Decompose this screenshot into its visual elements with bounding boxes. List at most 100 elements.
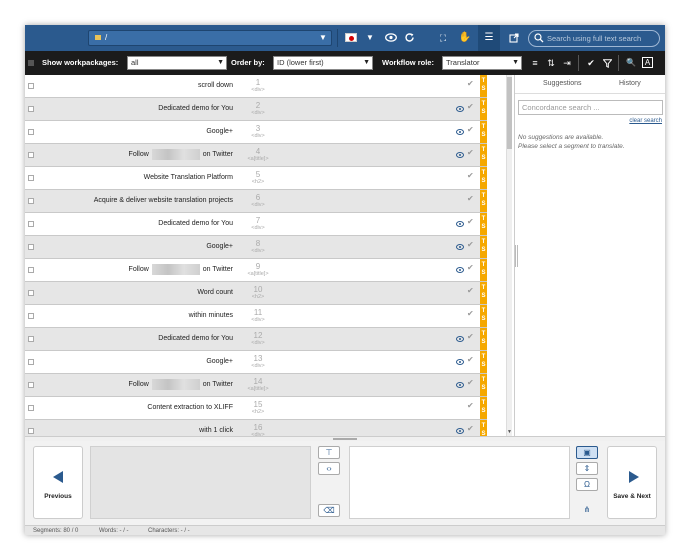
workpackages-select[interactable]: all ▼ [127, 56, 227, 70]
save-and-next-button[interactable]: Save & Next [607, 446, 657, 519]
segment-checkbox[interactable] [28, 129, 34, 135]
confirm-check-icon[interactable]: ✔ [467, 148, 474, 157]
open-external-icon[interactable] [506, 30, 522, 46]
splitter-grip-icon[interactable] [333, 438, 357, 440]
merge-segments-icon[interactable]: ⋔ [576, 504, 598, 517]
confirm-check-icon[interactable]: ✔ [467, 125, 474, 134]
segment-row[interactable]: Acquire & deliver website translation pr… [25, 190, 508, 213]
layout-toggle-button[interactable]: ▣ [576, 446, 598, 459]
order-by-select[interactable]: ID (lower first) ▼ [273, 56, 373, 70]
segment-row[interactable]: with 1 click 16 <div> ✔ T S [25, 420, 508, 436]
goto-segment-icon[interactable]: ⇥ [560, 56, 574, 70]
confirm-check-icon[interactable]: ✔ [467, 378, 474, 387]
preview-eye-icon[interactable] [456, 428, 464, 434]
confirm-check-icon[interactable]: ✔ [467, 286, 474, 295]
split-view-button[interactable]: ⇕ [576, 462, 598, 475]
segment-checkbox[interactable] [28, 428, 34, 434]
segment-row[interactable]: Follow on Twitter 9 <a[title]> ✔ T S [25, 259, 508, 282]
scroll-down-icon[interactable]: ▼ [507, 429, 512, 435]
hand-pointer-icon[interactable]: ✋ [457, 30, 473, 46]
fullscreen-icon[interactable]: ⛶ [435, 30, 451, 46]
tab-history[interactable]: History [619, 80, 641, 87]
confirm-check-icon[interactable]: ✔ [467, 309, 474, 318]
preview-eye-icon[interactable] [456, 336, 464, 342]
segment-checkbox[interactable] [28, 221, 34, 227]
target-language-flag-icon[interactable] [345, 33, 357, 42]
search-input[interactable] [547, 32, 655, 45]
segment-row[interactable]: within minutes 11 <div> ✔ T S [25, 305, 508, 328]
confirm-check-icon[interactable]: ✔ [467, 171, 474, 180]
confirm-check-icon[interactable]: ✔ [467, 332, 474, 341]
preview-eye-icon[interactable] [456, 244, 464, 250]
segment-checkbox[interactable] [28, 244, 34, 250]
list-view-icon[interactable]: ≡ [528, 56, 542, 70]
confirm-check-icon[interactable]: ✔ [584, 56, 598, 70]
segment-checkbox[interactable] [28, 359, 34, 365]
segment-row[interactable]: Follow on Twitter 14 <a[title]> ✔ T S [25, 374, 508, 397]
target-text-area[interactable] [349, 446, 570, 519]
segment-checkbox[interactable] [28, 382, 34, 388]
workflow-role-select[interactable]: Translator ▼ [442, 56, 522, 70]
segment-row[interactable]: Content extraction to XLIFF 15 <h2> ✔ T S [25, 397, 508, 420]
menu-icon[interactable]: ☰ [478, 25, 500, 51]
confirm-check-icon[interactable]: ✔ [467, 263, 474, 272]
confirm-check-icon[interactable]: ✔ [467, 194, 474, 203]
segment-checkbox[interactable] [28, 83, 34, 89]
segment-row[interactable]: Google+ 8 <div> ✔ T S [25, 236, 508, 259]
select-all-checkbox[interactable] [28, 60, 34, 66]
grid-scrollbar[interactable]: ▼ [506, 75, 512, 436]
preview-eye-icon[interactable] [456, 359, 464, 365]
segment-checkbox[interactable] [28, 313, 34, 319]
segment-checkbox[interactable] [28, 267, 34, 273]
confirm-check-icon[interactable]: ✔ [467, 79, 474, 88]
panel-resize-handle[interactable] [515, 245, 518, 267]
preview-eye-icon[interactable] [456, 152, 464, 158]
confirm-check-icon[interactable]: ✔ [467, 401, 474, 410]
preview-eye-icon[interactable] [383, 30, 399, 46]
preview-eye-icon[interactable] [456, 129, 464, 135]
segment-checkbox[interactable] [28, 106, 34, 112]
translate-icon[interactable]: A [642, 57, 653, 68]
full-text-search-box[interactable] [528, 30, 660, 47]
insert-tag-button[interactable]: ‹› [318, 462, 340, 475]
segment-row[interactable]: Website Translation Platform 5 <h2> ✔ T S [25, 167, 508, 190]
confirm-check-icon[interactable]: ✔ [467, 240, 474, 249]
language-dropdown-icon[interactable]: ▼ [362, 30, 378, 46]
confirm-check-icon[interactable]: ✔ [467, 217, 474, 226]
preview-eye-icon[interactable] [456, 221, 464, 227]
tab-suggestions[interactable]: Suggestions [543, 80, 582, 87]
segment-checkbox[interactable] [28, 175, 34, 181]
segment-row[interactable]: Dedicated demo for You 2 <div> ✔ T S [25, 98, 508, 121]
segment-row[interactable]: Follow on Twitter 4 <a[title]> ✔ T S [25, 144, 508, 167]
scrollbar-thumb[interactable] [507, 77, 512, 149]
segment-checkbox[interactable] [28, 198, 34, 204]
project-path-selector[interactable]: / [88, 30, 332, 46]
special-characters-button[interactable]: Ω [576, 478, 598, 491]
segment-checkbox[interactable] [28, 290, 34, 296]
preview-eye-icon[interactable] [456, 267, 464, 273]
segment-row[interactable]: scroll down 1 <div> ✔ T S [25, 75, 508, 98]
preview-eye-icon[interactable] [456, 382, 464, 388]
confirm-check-icon[interactable]: ✔ [467, 355, 474, 364]
concordance-search-input[interactable] [518, 100, 663, 115]
previous-button[interactable]: Previous [33, 446, 83, 519]
copy-source-button[interactable]: ⊤ [318, 446, 340, 459]
sort-icon[interactable]: ⇅ [544, 56, 558, 70]
find-replace-icon[interactable]: 🔍 [624, 56, 638, 70]
segment-checkbox[interactable] [28, 152, 34, 158]
segment-row[interactable]: Dedicated demo for You 7 <div> ✔ T S [25, 213, 508, 236]
confirm-check-icon[interactable]: ✔ [467, 102, 474, 111]
segment-row[interactable]: Word count 10 <h2> ✔ T S [25, 282, 508, 305]
segment-row[interactable]: Google+ 3 <div> ✔ T S [25, 121, 508, 144]
clear-search-link[interactable]: clear search [629, 118, 662, 124]
refresh-icon[interactable] [401, 30, 417, 46]
segment-row[interactable]: Dedicated demo for You 12 <div> ✔ T S [25, 328, 508, 351]
filter-icon[interactable] [600, 56, 614, 70]
segment-checkbox[interactable] [28, 336, 34, 342]
clear-target-button[interactable]: ⌫ [318, 504, 340, 517]
preview-eye-icon[interactable] [456, 106, 464, 112]
confirm-check-icon[interactable]: ✔ [467, 424, 474, 433]
segment-row[interactable]: Google+ 13 <div> ✔ T S [25, 351, 508, 374]
path-dropdown-icon[interactable]: ▼ [315, 30, 331, 46]
segment-checkbox[interactable] [28, 405, 34, 411]
